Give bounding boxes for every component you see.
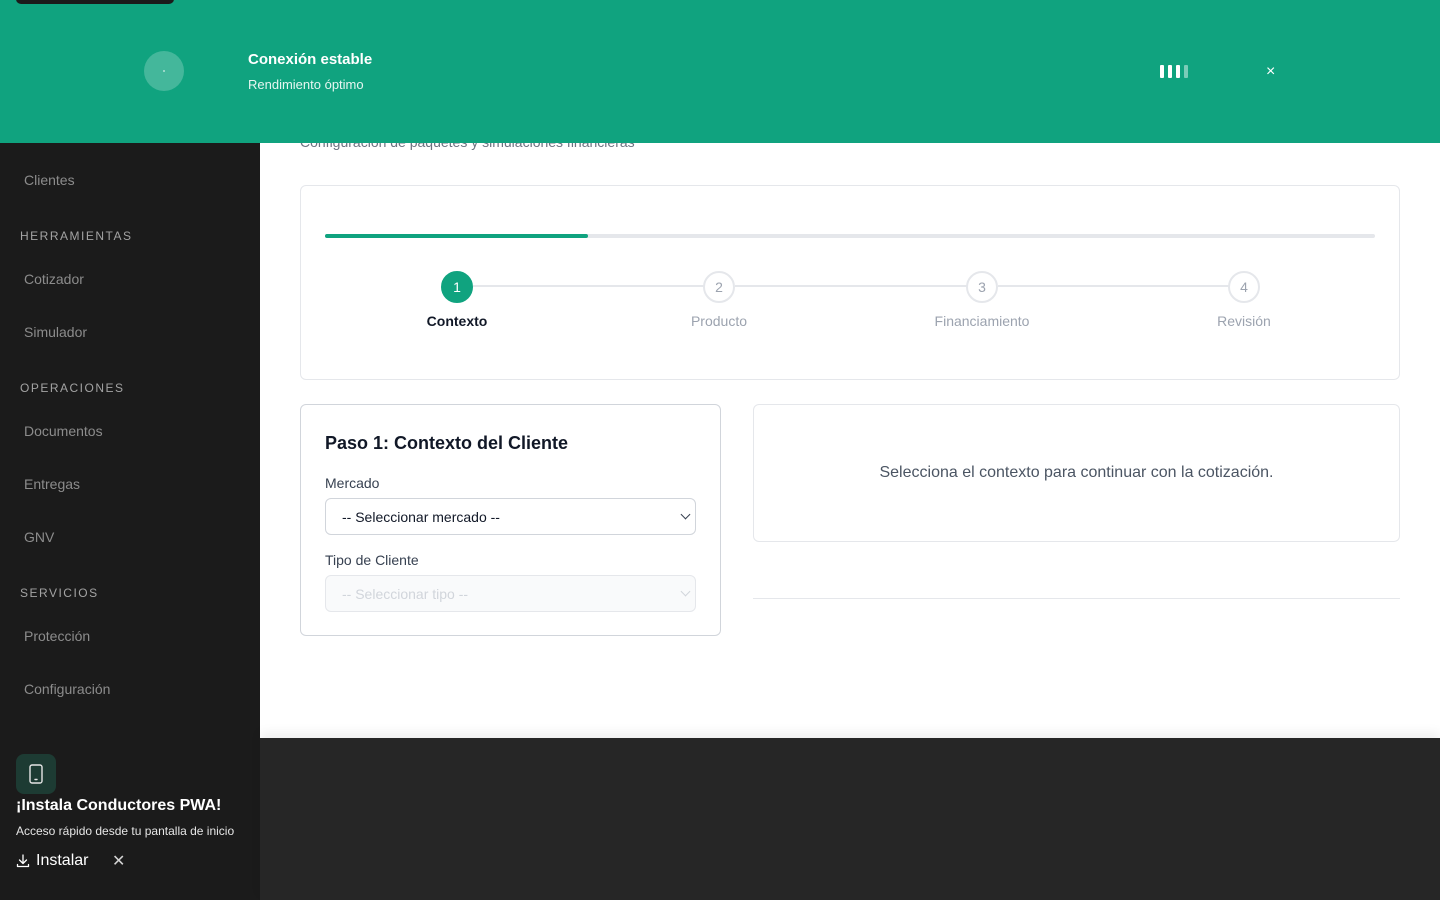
step-connector bbox=[473, 285, 719, 287]
chevron-down-icon bbox=[680, 586, 691, 597]
step-2-indicator[interactable]: 2 bbox=[703, 271, 735, 303]
download-icon bbox=[16, 854, 30, 868]
step-4-indicator[interactable]: 4 bbox=[1228, 271, 1260, 303]
install-button[interactable]: Instalar bbox=[16, 852, 88, 870]
client-type-label: Tipo de Cliente bbox=[325, 552, 419, 568]
client-type-select-value: -- Seleccionar tipo -- bbox=[342, 585, 469, 602]
bottom-panel bbox=[260, 738, 1440, 900]
sidebar-item-documentos[interactable]: Documentos bbox=[24, 423, 103, 439]
sidebar-item-simulador[interactable]: Simulador bbox=[24, 324, 87, 340]
step-3-indicator[interactable]: 3 bbox=[966, 271, 998, 303]
sidebar-item-clientes[interactable]: Clientes bbox=[24, 172, 75, 188]
client-context-form: Paso 1: Contexto del Cliente Mercado -- … bbox=[300, 404, 721, 636]
sidebar-item-gnv[interactable]: GNV bbox=[24, 529, 54, 545]
sidebar-item-proteccion[interactable]: Protección bbox=[24, 628, 90, 644]
sidebar-section-operaciones: OPERACIONES bbox=[20, 381, 125, 395]
mobile-phone-icon bbox=[16, 754, 56, 794]
market-select-value: -- Seleccionar mercado -- bbox=[342, 508, 500, 525]
step-1-indicator[interactable]: 1 bbox=[441, 271, 473, 303]
quote-info-panel: Selecciona el contexto para continuar co… bbox=[753, 404, 1400, 542]
sidebar-item-entregas[interactable]: Entregas bbox=[24, 476, 80, 492]
step-connector bbox=[735, 285, 981, 287]
connection-status-icon bbox=[144, 51, 184, 91]
market-select[interactable]: -- Seleccionar mercado -- bbox=[325, 498, 696, 535]
sidebar-item-cotizador[interactable]: Cotizador bbox=[24, 271, 84, 287]
pwa-close-button[interactable]: ✕ bbox=[112, 851, 125, 871]
sidebar-section-servicios: SERVICIOS bbox=[20, 586, 99, 600]
connection-banner: Conexión estable Rendimiento óptimo × bbox=[0, 0, 1440, 143]
banner-handle bbox=[16, 0, 174, 4]
market-label: Mercado bbox=[325, 475, 380, 491]
step-connector bbox=[998, 285, 1244, 287]
pwa-title: ¡Instala Conductores PWA! bbox=[16, 797, 222, 814]
pwa-subtitle: Acceso rápido desde tu pantalla de inici… bbox=[16, 824, 235, 838]
chevron-down-icon bbox=[680, 509, 691, 520]
signal-strength-icon bbox=[1160, 64, 1190, 78]
install-button-label: Instalar bbox=[36, 852, 89, 869]
sidebar-section-herramientas: HERRAMIENTAS bbox=[20, 229, 133, 243]
info-message: Selecciona el contexto para continuar co… bbox=[879, 464, 1274, 481]
client-type-select[interactable]: -- Seleccionar tipo -- bbox=[325, 575, 696, 612]
step-2-label: Producto bbox=[690, 313, 748, 329]
banner-subtitle: Rendimiento óptimo bbox=[248, 77, 364, 92]
step-4-label: Revisión bbox=[1217, 313, 1271, 329]
progress-bar-fill bbox=[325, 234, 588, 238]
divider bbox=[753, 598, 1400, 599]
step-3-label: Financiamiento bbox=[934, 313, 1030, 329]
banner-close-button[interactable]: × bbox=[1266, 63, 1275, 81]
banner-title: Conexión estable bbox=[248, 51, 373, 68]
form-title: Paso 1: Contexto del Cliente bbox=[325, 433, 569, 453]
stepper-card: 1 2 3 4 Contexto Producto Financiamiento… bbox=[300, 185, 1400, 380]
step-1-label: Contexto bbox=[426, 313, 488, 329]
progress-bar bbox=[325, 234, 1375, 238]
sidebar-item-configuracion[interactable]: Configuración bbox=[24, 681, 110, 697]
